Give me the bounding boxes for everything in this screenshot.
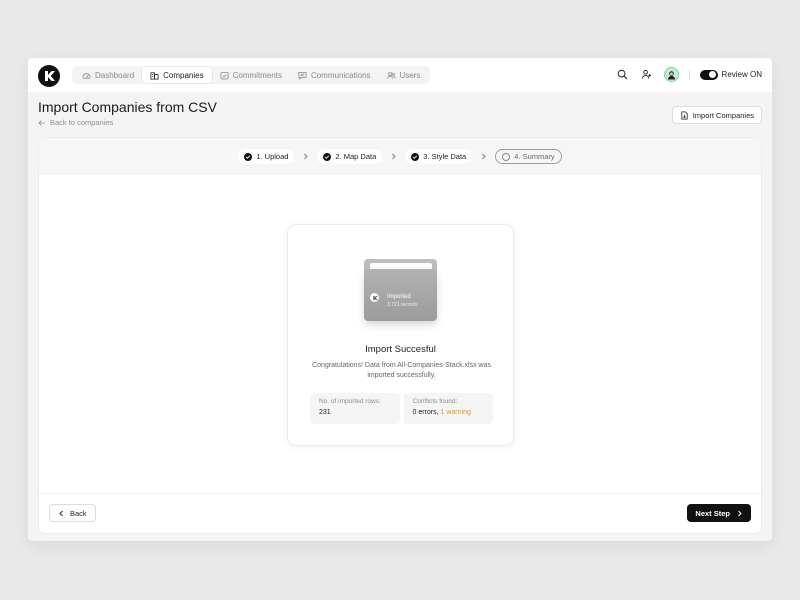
errors-count: 0 errors, — [413, 409, 439, 416]
step-label: 4. Summary — [514, 152, 554, 161]
building-icon — [150, 71, 159, 80]
step-label: 1. Upload — [256, 152, 288, 161]
add-user-button[interactable] — [640, 68, 654, 82]
nav-item-label: Commitments — [233, 71, 282, 80]
calendar-check-icon — [220, 71, 229, 80]
user-avatar-icon — [666, 69, 677, 80]
divider — [689, 70, 690, 80]
import-stats: No. of imported rows: 231 Conflicts foun… — [310, 393, 493, 424]
stat-value: 231 — [319, 409, 391, 416]
import-panel: 1. Upload 2. Map Data 3. Style Data 4. S… — [38, 137, 762, 534]
nav-item-users[interactable]: Users — [379, 67, 429, 83]
step-style-data[interactable]: 3. Style Data — [405, 149, 472, 164]
top-nav: Dashboard Companies Commitments Communic… — [28, 58, 772, 92]
add-user-icon — [641, 69, 652, 80]
logo-k-icon — [42, 69, 56, 83]
dashboard-icon — [82, 71, 91, 80]
success-title: Import Succesful — [288, 344, 513, 355]
back-link-label: Back to companies — [50, 118, 113, 127]
top-right-actions: Review ON — [616, 67, 762, 82]
step-map-data[interactable]: 2. Map Data — [317, 149, 382, 164]
circle-icon — [502, 153, 510, 161]
panel-footer: Back Next Step — [39, 493, 761, 533]
chevron-right-icon — [390, 153, 397, 160]
search-button[interactable] — [616, 68, 630, 82]
nav-item-label: Companies — [163, 71, 203, 80]
chevron-right-icon — [736, 510, 743, 517]
chat-icon — [298, 71, 307, 80]
next-button-label: Next Step — [695, 509, 730, 518]
step-summary[interactable]: 4. Summary — [495, 149, 561, 164]
review-toggle-switch[interactable] — [700, 70, 718, 80]
import-companies-button[interactable]: Import Companies — [672, 106, 762, 124]
nav-item-dashboard[interactable]: Dashboard — [74, 67, 142, 83]
stat-value: 0 errors, 1 warning — [413, 409, 485, 416]
success-message: Congratulations! Data from All-Companies… — [308, 361, 495, 381]
stepper: 1. Upload 2. Map Data 3. Style Data 4. S… — [39, 138, 761, 175]
import-success-card: Imported 3,721 records Import Succesful … — [287, 224, 514, 446]
app-logo[interactable] — [38, 65, 60, 87]
back-to-companies-link[interactable]: Back to companies — [38, 118, 113, 127]
next-step-button[interactable]: Next Step — [687, 504, 751, 522]
avatar[interactable] — [664, 67, 679, 82]
stat-conflicts: Conflicts found: 0 errors, 1 warning — [404, 393, 494, 424]
step-label: 2. Map Data — [335, 152, 376, 161]
search-icon — [617, 69, 628, 80]
nav-item-companies[interactable]: Companies — [142, 67, 211, 83]
step-label: 3. Style Data — [423, 152, 466, 161]
review-toggle[interactable]: Review ON — [700, 70, 762, 80]
app-window: Dashboard Companies Commitments Communic… — [28, 58, 772, 541]
nav-item-label: Communications — [311, 71, 371, 80]
review-toggle-label: Review ON — [722, 70, 762, 79]
nav-item-label: Dashboard — [95, 71, 134, 80]
back-button[interactable]: Back — [49, 504, 96, 522]
arrow-left-icon — [38, 119, 46, 127]
main-nav: Dashboard Companies Commitments Communic… — [72, 66, 430, 84]
folder-illustration: Imported 3,721 records — [364, 259, 437, 321]
check-icon — [411, 153, 419, 161]
check-icon — [244, 153, 252, 161]
file-import-icon — [680, 111, 689, 120]
step-upload[interactable]: 1. Upload — [238, 149, 294, 164]
import-button-label: Import Companies — [693, 111, 754, 120]
stat-label: No. of imported rows: — [319, 398, 391, 405]
chevron-right-icon — [302, 153, 309, 160]
nav-item-communications[interactable]: Communications — [290, 67, 379, 83]
stat-imported-rows: No. of imported rows: 231 — [310, 393, 400, 424]
warning-count[interactable]: 1 warning — [441, 409, 471, 416]
users-icon — [387, 71, 396, 80]
nav-item-commitments[interactable]: Commitments — [212, 67, 290, 83]
folder-title: Imported — [387, 294, 411, 300]
nav-item-label: Users — [400, 71, 421, 80]
check-icon — [323, 153, 331, 161]
stat-label: Conflicts found: — [413, 398, 485, 405]
page-title: Import Companies from CSV — [38, 99, 217, 115]
chevron-left-icon — [58, 510, 65, 517]
back-button-label: Back — [70, 509, 87, 518]
folder-logo-icon — [370, 293, 379, 302]
folder-subtitle: 3,721 records — [387, 302, 418, 308]
chevron-right-icon — [480, 153, 487, 160]
